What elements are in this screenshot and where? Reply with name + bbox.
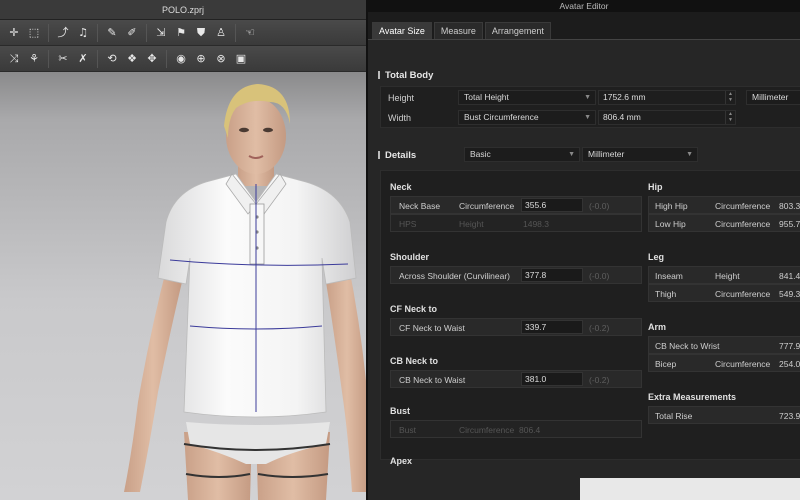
editor-title: Avatar Editor — [368, 0, 800, 12]
neck-title: Neck — [390, 182, 412, 192]
total-body-title: Total Body — [378, 70, 433, 81]
3d-viewport[interactable]: POLO.zprj ✛ ⬚ ⤴ ♫ ✎ ✐ ⇲ ⚑ ⛊ ♙ ☜ ⤨ ⚘ ✂ ✗ … — [0, 0, 366, 500]
add-point-icon[interactable]: ✛ — [7, 26, 21, 40]
avatar-icon[interactable]: ♙ — [214, 26, 228, 40]
cf-neck-waist-row[interactable]: CF Neck to Waist 339.7 (-0.2) — [390, 318, 642, 336]
bicep-row[interactable]: Bicep Circumference 254.0 — [648, 354, 800, 372]
thigh-row[interactable]: Thigh Circumference 549.3 — [648, 284, 800, 302]
cb-neck-title: CB Neck to — [390, 356, 439, 366]
rect-select-icon[interactable]: ⬚ — [27, 26, 41, 40]
apex-title: Apex — [390, 456, 413, 466]
details-unit-combo[interactable]: Millimeter ▼ — [582, 147, 698, 162]
brush-icon[interactable]: ✐ — [125, 26, 139, 40]
width-label: Width — [388, 113, 412, 123]
hip-title: Hip — [648, 182, 663, 192]
chevron-down-icon: ▼ — [584, 114, 591, 121]
across-shoulder-input[interactable]: 377.8 — [521, 268, 583, 282]
toolbar-bottom: ⤨ ⚘ ✂ ✗ ⟲ ❖ ✥ ◉ ⊕ ⊗ ▣ — [0, 46, 366, 72]
across-shoulder-row[interactable]: Across Shoulder (Curvilinear) 377.8 (-0.… — [390, 266, 642, 284]
shoulder-title: Shoulder — [390, 252, 430, 262]
sewing-icon[interactable]: ♫ — [76, 26, 90, 40]
right-arm — [326, 262, 366, 492]
height-value-input[interactable]: 1752.6 mm ▲ ▼ — [598, 90, 736, 105]
knife-icon[interactable]: ✗ — [76, 52, 90, 66]
tape-icon[interactable]: ▣ — [234, 52, 248, 66]
shirt-icon[interactable]: ⛊ — [194, 26, 208, 40]
details-title: Details — [378, 150, 416, 161]
total-rise-row[interactable]: Total Rise 723.9 — [648, 406, 800, 424]
width-value-input[interactable]: 806.4 mm ▲ ▼ — [598, 110, 736, 125]
chevron-down-icon: ▼ — [584, 94, 591, 101]
cb-neck-waist-row[interactable]: CB Neck to Waist 381.0 (-0.2) — [390, 370, 642, 388]
button-icon[interactable]: ❖ — [125, 52, 139, 66]
pin-icon[interactable]: ⚑ — [174, 26, 188, 40]
neck-base-input[interactable]: 355.6 — [521, 198, 583, 212]
sphere-icon[interactable]: ◉ — [174, 52, 188, 66]
low-hip-row[interactable]: Low Hip Circumference 955.7 — [648, 214, 800, 232]
height-label: Height — [388, 93, 415, 103]
tab-arrangement[interactable]: Arrangement — [484, 22, 551, 39]
leg-title: Leg — [648, 252, 665, 262]
cut-icon[interactable]: ✂ — [56, 52, 70, 66]
toolbar-top: ✛ ⬚ ⤴ ♫ ✎ ✐ ⇲ ⚑ ⛊ ♙ ☜ — [0, 20, 366, 46]
chevron-down-icon: ▼ — [568, 151, 575, 158]
background-window-strip — [580, 478, 800, 500]
file-title: POLO.zprj — [161, 5, 204, 15]
spinner-icon: ▲ ▼ — [725, 91, 735, 104]
buttonhole-icon[interactable]: ✥ — [145, 52, 159, 66]
head — [226, 98, 286, 174]
neck-base-row[interactable]: Neck Base Circumference 355.6 (-0.0) — [390, 196, 642, 214]
cb-neck-waist-input[interactable]: 381.0 — [521, 372, 583, 386]
fold-arrange-icon[interactable]: ⟲ — [105, 52, 119, 66]
pen-icon[interactable]: ✎ — [105, 26, 119, 40]
height-combo[interactable]: Total Height ▼ — [458, 90, 596, 105]
total-unit-combo[interactable]: Millimeter — [746, 90, 800, 105]
cf-neck-waist-input[interactable]: 339.7 — [521, 320, 583, 334]
fold-icon[interactable]: ⇲ — [154, 26, 168, 40]
avatar-model[interactable] — [0, 72, 366, 500]
bust-title: Bust — [390, 406, 410, 416]
inseam-row[interactable]: Inseam Height 841.4 — [648, 266, 800, 284]
left-arm — [124, 262, 182, 492]
width-combo[interactable]: Bust Circumference ▼ — [458, 110, 596, 125]
arm-title: Arm — [648, 322, 667, 332]
cf-neck-title: CF Neck to — [390, 304, 438, 314]
details-mode-combo[interactable]: Basic ▼ — [464, 147, 580, 162]
chevron-down-icon: ▼ — [686, 151, 693, 158]
extra-measurements-title: Extra Measurements — [648, 392, 737, 402]
hps-row: HPS Height 1498.3 — [390, 214, 642, 232]
placket — [249, 203, 265, 265]
high-hip-row[interactable]: High Hip Circumference 803.3 — [648, 196, 800, 214]
avatar-editor-panel: Avatar Editor Avatar Size Measure Arrang… — [366, 0, 800, 500]
cb-neck-wrist-row[interactable]: CB Neck to Wrist 777.9 — [648, 336, 800, 354]
transform-icon[interactable]: ⤴ — [56, 26, 70, 40]
measure-icon[interactable]: ⊗ — [214, 52, 228, 66]
tab-bar: Avatar Size Measure Arrangement — [368, 12, 800, 40]
hand-icon[interactable]: ☜ — [243, 26, 257, 40]
shirt-tack-icon[interactable]: ⚘ — [27, 52, 41, 66]
bust-row: Bust Circumference 806.4 — [390, 420, 642, 438]
spinner-icon: ▲ ▼ — [725, 111, 735, 124]
tab-measure[interactable]: Measure — [433, 22, 483, 39]
file-title-bar: POLO.zprj — [0, 0, 366, 20]
tab-avatar-size[interactable]: Avatar Size — [372, 22, 432, 39]
globe-icon[interactable]: ⊕ — [194, 52, 208, 66]
tack-icon[interactable]: ⤨ — [7, 52, 21, 66]
